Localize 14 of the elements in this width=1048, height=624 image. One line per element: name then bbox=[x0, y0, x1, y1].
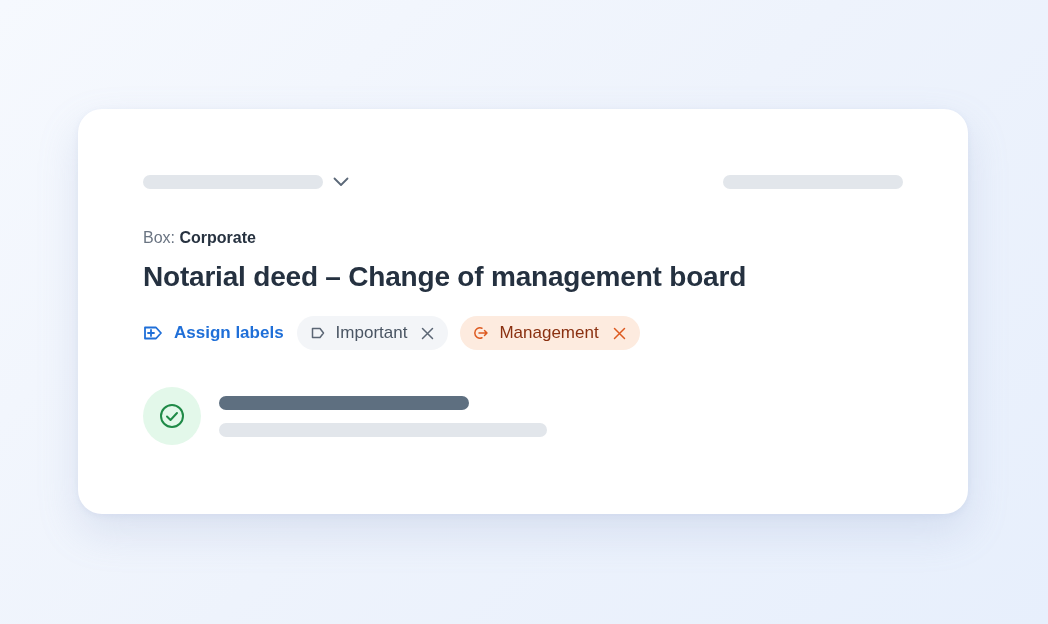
check-circle-icon bbox=[143, 387, 201, 445]
label-text: Important bbox=[335, 323, 408, 343]
box-label: Box: Corporate bbox=[143, 228, 257, 248]
document-title: Notarial deed – Change of management board bbox=[143, 260, 748, 294]
chevron-down-icon[interactable] bbox=[333, 177, 349, 187]
label-plus-icon bbox=[143, 325, 163, 341]
remove-label-button[interactable] bbox=[612, 326, 626, 340]
close-icon bbox=[612, 326, 626, 340]
close-icon bbox=[421, 326, 435, 340]
tag-icon bbox=[309, 325, 326, 341]
assign-labels-button[interactable]: Assign labels bbox=[143, 316, 284, 350]
label-text: Management bbox=[499, 323, 599, 343]
arrow-out-icon bbox=[473, 325, 490, 341]
remove-label-button[interactable] bbox=[421, 326, 435, 340]
